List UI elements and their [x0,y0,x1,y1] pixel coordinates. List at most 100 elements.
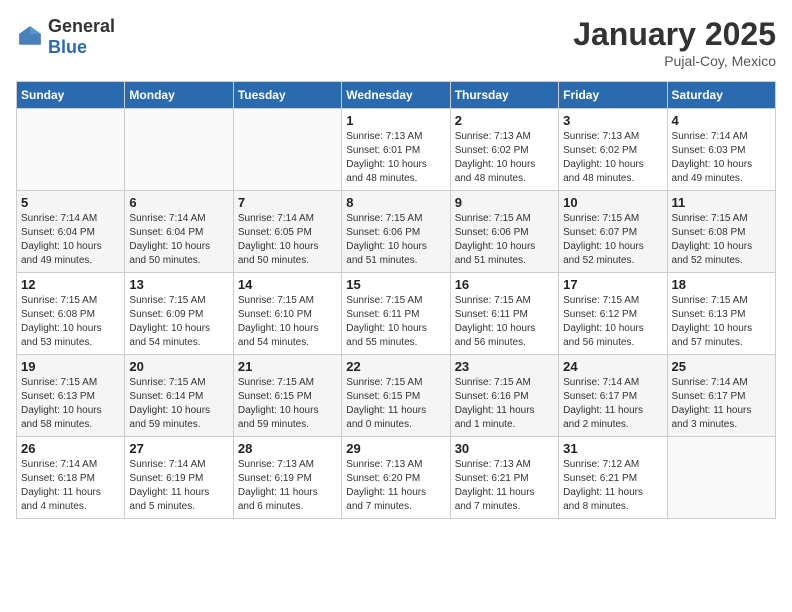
day-number: 8 [346,195,445,210]
calendar-week-row: 12 Sunrise: 7:15 AM Sunset: 6:08 PM Dayli… [17,273,776,355]
day-number: 16 [455,277,554,292]
day-info: Sunrise: 7:15 AM Sunset: 6:15 PM Dayligh… [346,376,445,432]
day-number: 6 [129,195,228,210]
day-info: Sunrise: 7:15 AM Sunset: 6:08 PM Dayligh… [21,294,120,350]
day-info: Sunrise: 7:15 AM Sunset: 6:13 PM Dayligh… [672,294,771,350]
day-info: Sunrise: 7:15 AM Sunset: 6:07 PM Dayligh… [563,212,662,268]
weekday-header: Thursday [450,82,558,109]
page-header: General Blue January 2025 Pujal-Coy, Mex… [16,16,776,69]
calendar-cell: 21 Sunrise: 7:15 AM Sunset: 6:15 PM Dayli… [233,355,341,437]
weekday-header: Friday [559,82,667,109]
day-number: 28 [238,441,337,456]
calendar-cell: 10 Sunrise: 7:15 AM Sunset: 6:07 PM Dayli… [559,191,667,273]
weekday-header: Saturday [667,82,775,109]
day-info: Sunrise: 7:13 AM Sunset: 6:19 PM Dayligh… [238,458,337,514]
calendar-title: January 2025 [573,16,776,53]
day-number: 2 [455,113,554,128]
day-number: 14 [238,277,337,292]
day-number: 12 [21,277,120,292]
calendar-cell: 23 Sunrise: 7:15 AM Sunset: 6:16 PM Dayli… [450,355,558,437]
day-number: 30 [455,441,554,456]
calendar-cell: 28 Sunrise: 7:13 AM Sunset: 6:19 PM Dayli… [233,437,341,519]
day-number: 9 [455,195,554,210]
day-info: Sunrise: 7:15 AM Sunset: 6:09 PM Dayligh… [129,294,228,350]
calendar-cell: 2 Sunrise: 7:13 AM Sunset: 6:02 PM Daylig… [450,109,558,191]
calendar-cell: 31 Sunrise: 7:12 AM Sunset: 6:21 PM Dayli… [559,437,667,519]
day-info: Sunrise: 7:14 AM Sunset: 6:17 PM Dayligh… [672,376,771,432]
calendar-week-row: 26 Sunrise: 7:14 AM Sunset: 6:18 PM Dayli… [17,437,776,519]
calendar-cell: 26 Sunrise: 7:14 AM Sunset: 6:18 PM Dayli… [17,437,125,519]
logo-blue: Blue [48,37,87,57]
calendar-week-row: 5Sunrise: 7:14 AM Sunset: 6:04 PM Daylig… [17,191,776,273]
calendar-week-row: 1 Sunrise: 7:13 AM Sunset: 6:01 PM Daylig… [17,109,776,191]
day-number: 26 [21,441,120,456]
calendar-cell: 3Sunrise: 7:13 AM Sunset: 6:02 PM Daylig… [559,109,667,191]
day-info: Sunrise: 7:13 AM Sunset: 6:02 PM Dayligh… [455,130,554,186]
calendar-table: SundayMondayTuesdayWednesdayThursdayFrid… [16,81,776,519]
day-info: Sunrise: 7:14 AM Sunset: 6:17 PM Dayligh… [563,376,662,432]
day-info: Sunrise: 7:15 AM Sunset: 6:13 PM Dayligh… [21,376,120,432]
day-info: Sunrise: 7:12 AM Sunset: 6:21 PM Dayligh… [563,458,662,514]
day-number: 23 [455,359,554,374]
calendar-cell: 18Sunrise: 7:15 AM Sunset: 6:13 PM Dayli… [667,273,775,355]
day-info: Sunrise: 7:14 AM Sunset: 6:03 PM Dayligh… [672,130,771,186]
calendar-cell: 17 Sunrise: 7:15 AM Sunset: 6:12 PM Dayli… [559,273,667,355]
day-info: Sunrise: 7:15 AM Sunset: 6:16 PM Dayligh… [455,376,554,432]
day-number: 10 [563,195,662,210]
calendar-cell: 29Sunrise: 7:13 AM Sunset: 6:20 PM Dayli… [342,437,450,519]
calendar-cell: 13 Sunrise: 7:15 AM Sunset: 6:09 PM Dayli… [125,273,233,355]
calendar-cell: 9Sunrise: 7:15 AM Sunset: 6:06 PM Daylig… [450,191,558,273]
day-number: 5 [21,195,120,210]
calendar-cell: 19 Sunrise: 7:15 AM Sunset: 6:13 PM Dayli… [17,355,125,437]
logo-text: General Blue [48,16,115,58]
day-number: 17 [563,277,662,292]
weekday-header: Sunday [17,82,125,109]
day-number: 20 [129,359,228,374]
calendar-cell: 1 Sunrise: 7:13 AM Sunset: 6:01 PM Daylig… [342,109,450,191]
calendar-cell: 5Sunrise: 7:14 AM Sunset: 6:04 PM Daylig… [17,191,125,273]
day-info: Sunrise: 7:15 AM Sunset: 6:14 PM Dayligh… [129,376,228,432]
calendar-cell: 25 Sunrise: 7:14 AM Sunset: 6:17 PM Dayli… [667,355,775,437]
calendar-cell: 7Sunrise: 7:14 AM Sunset: 6:05 PM Daylig… [233,191,341,273]
day-info: Sunrise: 7:13 AM Sunset: 6:20 PM Dayligh… [346,458,445,514]
calendar-cell: 24 Sunrise: 7:14 AM Sunset: 6:17 PM Dayli… [559,355,667,437]
day-number: 31 [563,441,662,456]
calendar-cell: 16 Sunrise: 7:15 AM Sunset: 6:11 PM Dayli… [450,273,558,355]
calendar-cell: 30 Sunrise: 7:13 AM Sunset: 6:21 PM Dayli… [450,437,558,519]
weekday-header: Monday [125,82,233,109]
calendar-subtitle: Pujal-Coy, Mexico [573,53,776,69]
day-info: Sunrise: 7:15 AM Sunset: 6:08 PM Dayligh… [672,212,771,268]
day-info: Sunrise: 7:15 AM Sunset: 6:10 PM Dayligh… [238,294,337,350]
day-number: 25 [672,359,771,374]
calendar-cell: 8Sunrise: 7:15 AM Sunset: 6:06 PM Daylig… [342,191,450,273]
day-info: Sunrise: 7:15 AM Sunset: 6:15 PM Dayligh… [238,376,337,432]
day-number: 4 [672,113,771,128]
day-number: 11 [672,195,771,210]
weekday-header: Wednesday [342,82,450,109]
day-number: 19 [21,359,120,374]
day-number: 22 [346,359,445,374]
calendar-cell [125,109,233,191]
day-number: 24 [563,359,662,374]
day-info: Sunrise: 7:13 AM Sunset: 6:01 PM Dayligh… [346,130,445,186]
calendar-cell: 11 Sunrise: 7:15 AM Sunset: 6:08 PM Dayli… [667,191,775,273]
day-number: 15 [346,277,445,292]
day-info: Sunrise: 7:15 AM Sunset: 6:12 PM Dayligh… [563,294,662,350]
calendar-cell [233,109,341,191]
day-info: Sunrise: 7:13 AM Sunset: 6:02 PM Dayligh… [563,130,662,186]
day-number: 27 [129,441,228,456]
logo: General Blue [16,16,115,58]
calendar-cell: 14 Sunrise: 7:15 AM Sunset: 6:10 PM Dayli… [233,273,341,355]
day-number: 13 [129,277,228,292]
day-number: 1 [346,113,445,128]
calendar-cell: 15Sunrise: 7:15 AM Sunset: 6:11 PM Dayli… [342,273,450,355]
day-number: 21 [238,359,337,374]
calendar-cell: 4 Sunrise: 7:14 AM Sunset: 6:03 PM Daylig… [667,109,775,191]
day-info: Sunrise: 7:15 AM Sunset: 6:11 PM Dayligh… [455,294,554,350]
weekday-header-row: SundayMondayTuesdayWednesdayThursdayFrid… [17,82,776,109]
day-info: Sunrise: 7:13 AM Sunset: 6:21 PM Dayligh… [455,458,554,514]
day-info: Sunrise: 7:14 AM Sunset: 6:19 PM Dayligh… [129,458,228,514]
day-info: Sunrise: 7:14 AM Sunset: 6:18 PM Dayligh… [21,458,120,514]
title-block: January 2025 Pujal-Coy, Mexico [573,16,776,69]
logo-general: General [48,16,115,36]
